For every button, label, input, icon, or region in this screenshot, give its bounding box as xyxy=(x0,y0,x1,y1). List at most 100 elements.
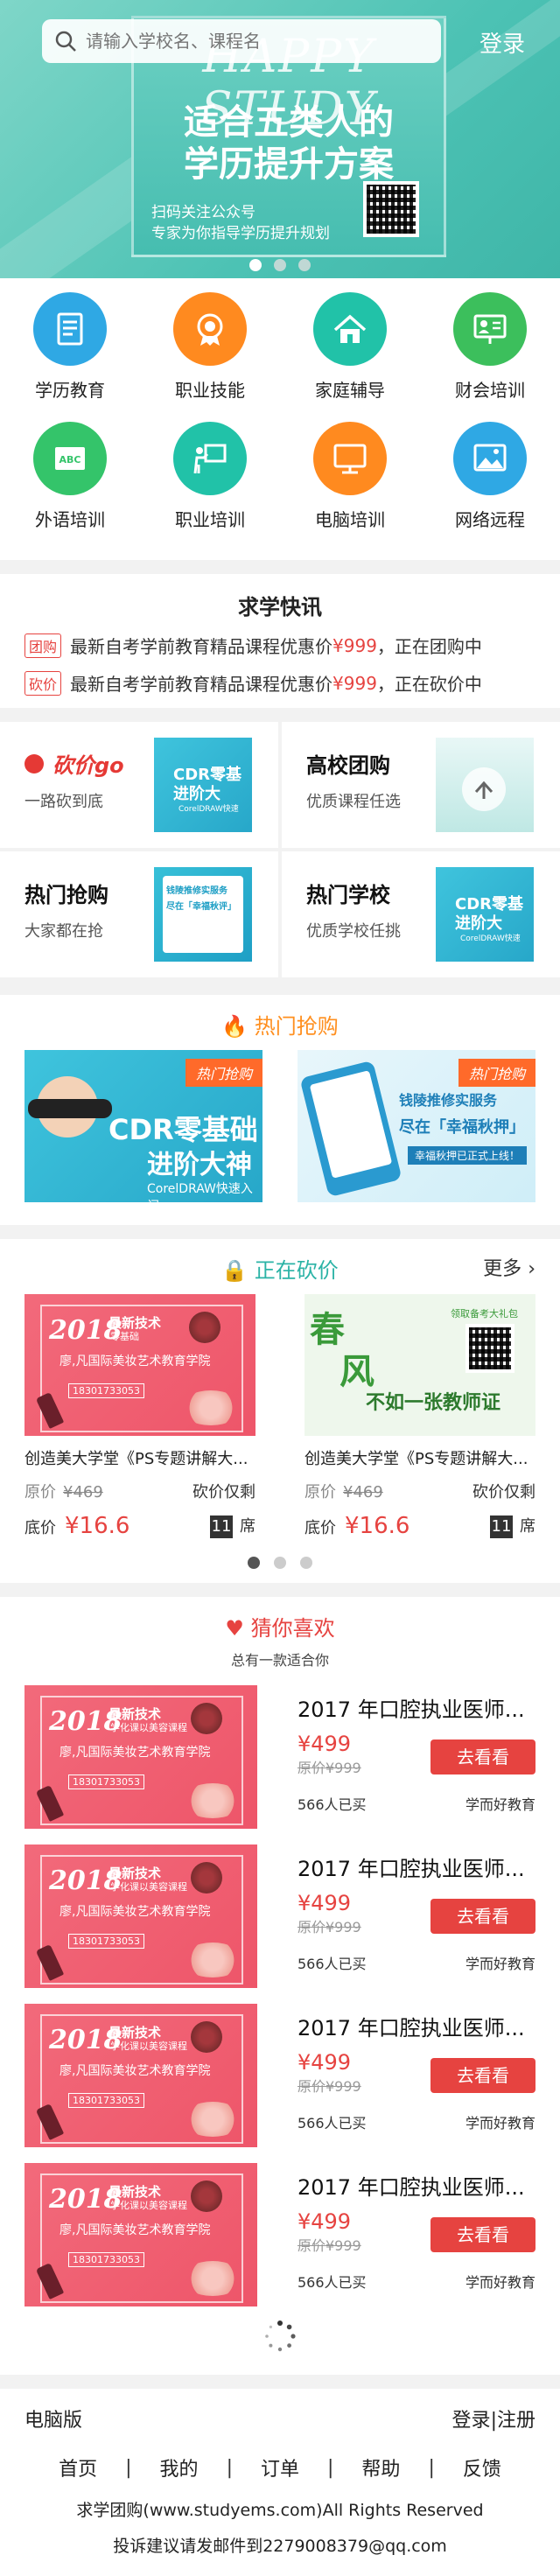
search-icon xyxy=(55,31,76,52)
footer-login-link[interactable]: 登录 xyxy=(452,2410,491,2432)
banner-subtitle: 扫码关注公众号 专家为你指导学历提升规划 xyxy=(151,202,330,244)
promo-group-buy[interactable]: 高校团购 优质课程任选 xyxy=(282,722,560,848)
footer-separator: | xyxy=(490,2410,497,2432)
remain-unit: 席 xyxy=(240,1517,256,1536)
category-item[interactable]: ABC 外语培训 xyxy=(0,422,140,551)
more-link[interactable]: 更多 › xyxy=(483,1253,536,1281)
recommend-item[interactable]: 2018 最新技术 学化课以美容课程 廖,凡国际美妆艺术教育学院 1830173… xyxy=(0,2004,560,2147)
category-label: 学历教育 xyxy=(35,380,105,401)
floor-price: ¥16.6 xyxy=(65,1513,130,1539)
footer-register-link[interactable]: 注册 xyxy=(497,2410,536,2432)
banner-carousel[interactable]: HAPPY STUDY 适合五类人的 学历提升方案 扫码关注公众号 专家为你指导… xyxy=(0,0,560,278)
login-link[interactable]: 登录 xyxy=(480,26,525,59)
banner-headline: 适合五类人的 学历提升方案 xyxy=(151,102,426,186)
footer-separator: | xyxy=(226,2456,233,2479)
banner-subtitle-line1: 扫码关注公众号 xyxy=(151,204,256,221)
bargain-name: 创造美大学堂《PS专题讲解大... xyxy=(24,1450,248,1468)
carousel-dot[interactable] xyxy=(300,1557,312,1569)
hot-ad-text: CorelDRAW快速入门 xyxy=(147,1182,253,1202)
search-bar[interactable] xyxy=(42,19,441,63)
section-header: ♥ 猜你喜欢 xyxy=(0,1597,560,1652)
bargain-item[interactable]: 春 风 不如一张教师证 领取备考大礼包 创造美大学堂《PS专题讲解大... 原价… xyxy=(304,1294,536,1539)
loading-spinner-icon xyxy=(0,2306,560,2357)
ad-phone: 18301733053 xyxy=(68,2252,144,2267)
pc-version-link[interactable]: 电脑版 xyxy=(24,2404,82,2432)
news-price: ¥999 xyxy=(332,634,377,656)
category-item[interactable]: 电脑培训 xyxy=(280,422,420,551)
ad-mid-text: 不如一张教师证 xyxy=(366,1392,501,1414)
banner-headline-line1: 适合五类人的 xyxy=(184,102,394,143)
bargain-item[interactable]: 2018 最新技术 零基础 廖,凡国际美妆艺术教育学院 18301733053 … xyxy=(24,1294,256,1539)
footer-nav-help[interactable]: 帮助 xyxy=(361,2454,400,2482)
footer-nav-home[interactable]: 首页 xyxy=(59,2454,97,2482)
view-button[interactable]: 去看看 xyxy=(430,2058,536,2093)
carousel-dot[interactable] xyxy=(298,259,311,271)
category-item[interactable]: 家庭辅导 xyxy=(280,292,420,422)
hot-ad-text: 进阶大神 xyxy=(147,1150,252,1180)
news-text: 最新自考学前教育精品课程优惠价 xyxy=(70,674,333,695)
buyer-count: 566人已买 xyxy=(298,1956,367,1972)
recommend-item[interactable]: 2018 最新技术 学化课以美容课程 廖,凡国际美妆艺术教育学院 1830173… xyxy=(0,2163,560,2306)
news-item[interactable]: 团购 最新自考学前教育精品课程优惠价 ¥999 ，正在团购中 xyxy=(0,633,560,658)
promo-image-text: 尽在「幸福秋评」 xyxy=(166,902,236,912)
category-item[interactable]: 职业技能 xyxy=(140,292,280,422)
image-icon xyxy=(453,422,527,495)
qr-code-icon xyxy=(363,181,419,237)
news-item[interactable]: 砍价 最新自考学前教育精品课程优惠价 ¥999 ，正在砍价中 xyxy=(0,670,560,696)
section-title: 正在砍价 xyxy=(254,1258,339,1283)
section-title: 热门抢购 xyxy=(254,1014,339,1039)
contact-email: 投诉建议请发邮件到2279008379@qq.com xyxy=(113,2537,447,2556)
category-item[interactable]: 职业培训 xyxy=(140,422,280,551)
search-input[interactable] xyxy=(86,31,418,52)
ad-school: 廖,凡国际美妆艺术教育学院 xyxy=(60,1905,211,1919)
hot-grab-section: 🔥 热门抢购 热门抢购 CDR零基础 进阶大神 CorelDRAW快速入门 热门… xyxy=(0,995,560,1225)
recommend-item[interactable]: 2018 最新技术 学化课以美容课程 廖,凡国际美妆艺术教育学院 1830173… xyxy=(0,1844,560,1988)
footer-separator: | xyxy=(428,2456,435,2479)
promo-image-text: 钱陵推修实服务 xyxy=(166,886,228,896)
section-subtitle: 总有一款适合你 xyxy=(230,1652,329,1669)
view-button[interactable]: 去看看 xyxy=(430,1899,536,1934)
ad-school: 廖,凡国际美妆艺术教育学院 xyxy=(60,1746,211,1760)
footer-nav-mine[interactable]: 我的 xyxy=(160,2454,199,2482)
hot-ad-text: 尽在「幸福秋押」 xyxy=(399,1118,525,1137)
carousel-dot[interactable] xyxy=(249,259,262,271)
hot-grab-ad[interactable]: 热门抢购 钱陵推修实服务 尽在「幸福秋押」 幸福秋押已正式上线！ xyxy=(298,1050,536,1202)
hot-tag: 热门抢购 xyxy=(458,1059,536,1087)
floor-label: 底价 xyxy=(24,1519,56,1537)
news-title: 求学快讯 xyxy=(238,595,322,620)
hot-ad-text: 钱陵推修实服务 xyxy=(399,1092,498,1109)
news-price: ¥999 xyxy=(332,672,377,694)
category-label: 职业技能 xyxy=(175,380,245,401)
hot-grab-ad[interactable]: 热门抢购 CDR零基础 进阶大神 CorelDRAW快速入门 xyxy=(24,1050,262,1202)
carousel-dot[interactable] xyxy=(274,259,286,271)
view-button[interactable]: 去看看 xyxy=(430,1740,536,1774)
orig-price: ¥469 xyxy=(63,1483,103,1502)
recommend-item[interactable]: 2018 最新技术 学化课以美容课程 廖,凡国际美妆艺术教育学院 1830173… xyxy=(0,1685,560,1829)
ad-subheadline: 学化课以美容课程 xyxy=(110,1881,187,1893)
view-button[interactable]: 去看看 xyxy=(430,2217,536,2252)
footer-nav-feedback[interactable]: 反馈 xyxy=(463,2454,501,2482)
category-item[interactable]: 学历教育 xyxy=(0,292,140,422)
carousel-dots xyxy=(0,1557,560,1569)
monitor-icon xyxy=(313,422,387,495)
ad-school: 廖,凡国际美妆艺术教育学院 xyxy=(60,2223,211,2237)
promo-bargain[interactable]: 砍价go 一路砍到底 CDR零基 进阶大 CorelDRAW快速 xyxy=(0,722,278,848)
carousel-dot[interactable] xyxy=(248,1557,260,1569)
banner-subtitle-line2: 专家为你指导学历提升规划 xyxy=(151,225,330,242)
promo-hot-grab[interactable]: 热门抢购 大家都在抢 钱陵推修实服务 尽在「幸福秋评」 xyxy=(0,851,278,977)
category-item[interactable]: 财会培训 xyxy=(420,292,560,422)
news-tag: 团购 xyxy=(24,633,62,658)
category-item[interactable]: 网络远程 xyxy=(420,422,560,551)
carousel-dot[interactable] xyxy=(274,1557,286,1569)
hot-ad-text: 幸福秋押已正式上线！ xyxy=(408,1146,528,1165)
ad-school: 廖,凡国际美妆艺术教育学院 xyxy=(60,1354,211,1368)
ad-subheadline: 学化课以美容课程 xyxy=(110,2200,187,2211)
presentation-icon xyxy=(453,292,527,366)
floor-label: 底价 xyxy=(304,1519,336,1537)
footer-nav-orders[interactable]: 订单 xyxy=(261,2454,299,2482)
promo-image-text: CorelDRAW快速 xyxy=(460,934,521,943)
document-icon xyxy=(33,292,107,366)
promo-grid: 砍价go 一路砍到底 CDR零基 进阶大 CorelDRAW快速 高校团购 优质… xyxy=(0,722,560,981)
promo-hot-school[interactable]: 热门学校 优质学校任挑 CDR零基 进阶大 CorelDRAW快速 xyxy=(282,851,560,977)
more-label: 更多 xyxy=(483,1258,522,1280)
